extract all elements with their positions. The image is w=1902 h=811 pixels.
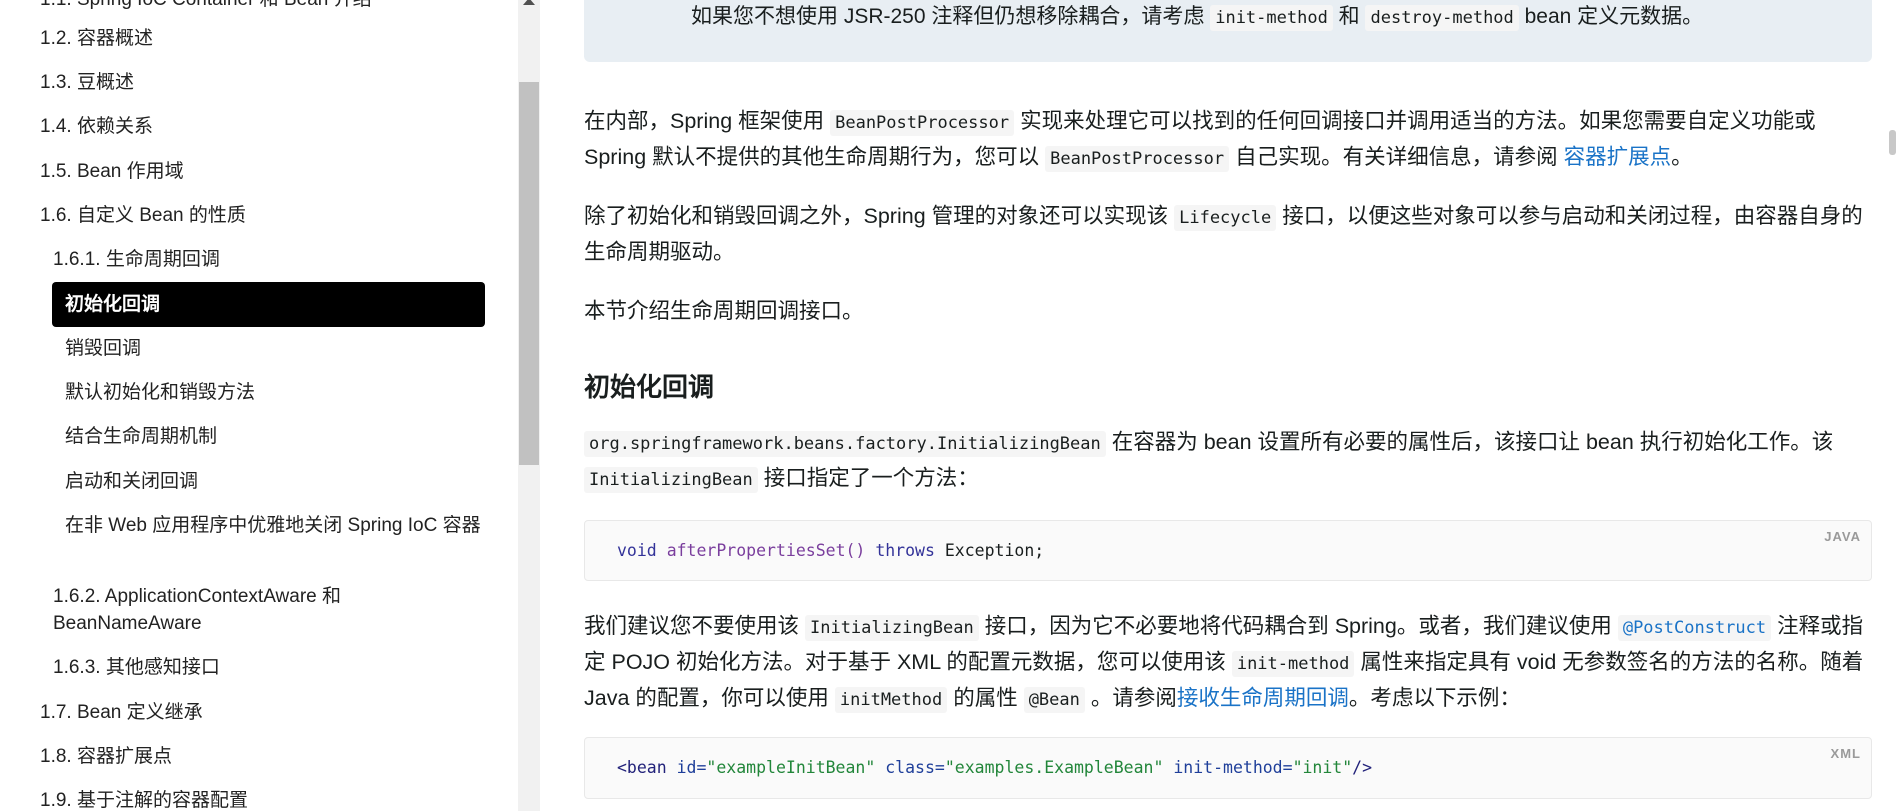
note-text: 如果您不想使用 JSR-250 注释但仍想移除耦合，请考虑 init-metho… — [691, 0, 1703, 35]
note-text-part: bean 定义元数据。 — [1518, 5, 1704, 28]
inline-code: org.springframework.beans.factory.Initia… — [584, 431, 1106, 457]
text: 接口指定了一个方法： — [757, 466, 979, 490]
code-block-xml: XML <bean id="exampleInitBean" class="ex… — [584, 737, 1872, 799]
toc-item-graceful-shutdown[interactable]: 在非 Web 应用程序中优雅地关闭 Spring IoC 容器 — [65, 512, 485, 539]
code-token: id= — [676, 758, 707, 777]
code-token: Exception; — [944, 541, 1045, 560]
code-token: throws — [875, 541, 935, 560]
toc-item-1-6-1[interactable]: 1.6.1. 生命周期回调 — [53, 246, 220, 273]
toc-item-1-5[interactable]: 1.5. Bean 作用域 — [40, 158, 184, 185]
inline-code: BeanPostProcessor — [830, 110, 1015, 136]
code-token: afterPropertiesSet() — [666, 541, 866, 560]
toc-item-1-2[interactable]: 1.2. 容器概述 — [40, 25, 153, 52]
toc-item-destroy-callback[interactable]: 销毁回调 — [65, 335, 141, 362]
inline-code: init-method — [1231, 651, 1355, 677]
toc-item-1-4[interactable]: 1.4. 依赖关系 — [40, 113, 153, 140]
link-receiving-lifecycle-callbacks[interactable]: 接收生命周期回调 — [1177, 686, 1349, 710]
paragraph-bean-post-processor: 在内部，Spring 框架使用 BeanPostProcessor 实现来处理它… — [584, 104, 1872, 176]
note-text-part: 和 — [1332, 5, 1366, 28]
text: 。请参阅 — [1084, 686, 1177, 710]
toc-item-1-1[interactable]: 1.1. Spring IoC Container 和 Bean 介绍 — [40, 0, 372, 13]
text: 自己实现。有关详细信息，请参阅 — [1229, 145, 1564, 169]
code-token: "examples.ExampleBean" — [944, 758, 1164, 777]
text: 。考虑以下示例： — [1348, 686, 1521, 710]
link-post-construct[interactable]: @PostConstruct — [1617, 614, 1772, 641]
toc-item-startup-shutdown[interactable]: 启动和关闭回调 — [65, 468, 198, 495]
code-token: "exampleInitBean" — [706, 758, 876, 777]
code-block-java: JAVA void afterPropertiesSet() throws Ex… — [584, 520, 1872, 581]
sidebar-scroll-thumb[interactable] — [519, 82, 539, 465]
toc-item-1-7[interactable]: 1.7. Bean 定义继承 — [40, 699, 203, 726]
code-token: void — [617, 541, 657, 560]
inline-code-link[interactable]: @PostConstruct — [1617, 615, 1772, 641]
inline-code: initMethod — [834, 687, 948, 713]
text: 接口，因为它不必要地将代码耦合到 Spring。或者，我们建议使用 — [978, 614, 1618, 638]
toc-item-init-callback[interactable]: 初始化回调 — [52, 282, 485, 327]
code-token: class= — [885, 758, 945, 777]
code-token: <bean — [617, 758, 667, 777]
paragraph-intro: 本节介绍生命周期回调接口。 — [584, 299, 864, 323]
paragraph-lifecycle: 除了初始化和销毁回调之外，Spring 管理的对象还可以实现该 Lifecycl… — [584, 199, 1872, 269]
toc-item-1-8[interactable]: 1.8. 容器扩展点 — [40, 743, 172, 770]
code-token: /> — [1352, 758, 1373, 777]
text: 我们建议您不要使用该 — [584, 614, 805, 638]
code-content: void afterPropertiesSet() throws Excepti… — [585, 521, 1871, 581]
inline-code: @Bean — [1023, 687, 1085, 713]
paragraph-initializing-bean: org.springframework.beans.factory.Initia… — [584, 425, 1872, 497]
text: 的属性 — [947, 686, 1024, 710]
inline-code-init-method: init-method — [1210, 5, 1333, 31]
inline-code-destroy-method: destroy-method — [1365, 5, 1519, 31]
toc-item-default-methods[interactable]: 默认初始化和销毁方法 — [65, 379, 255, 406]
code-language-label: JAVA — [1824, 529, 1861, 544]
toc-item-1-6[interactable]: 1.6. 自定义 Bean 的性质 — [40, 202, 246, 229]
main-scroll-thumb[interactable] — [1889, 130, 1896, 155]
code-token: "init" — [1292, 758, 1353, 777]
toc-item-1-6-2[interactable]: 1.6.2. ApplicationContextAware 和 BeanNam… — [53, 583, 473, 637]
link-container-extension-points[interactable]: 容器扩展点 — [1564, 145, 1672, 169]
code-token: init-method= — [1173, 758, 1293, 777]
toc-item-combining-mechanisms[interactable]: 结合生命周期机制 — [65, 423, 217, 450]
note-admonition: 如果您不想使用 JSR-250 注释但仍想移除耦合，请考虑 init-metho… — [584, 0, 1872, 62]
main-scrollbar[interactable] — [1883, 0, 1902, 811]
sidebar-toc: 1.1. Spring IoC Container 和 Bean 介绍 1.2.… — [0, 0, 518, 811]
inline-code: InitializingBean — [804, 615, 979, 641]
main-content: 如果您不想使用 JSR-250 注释但仍想移除耦合，请考虑 init-metho… — [540, 0, 1883, 811]
inline-code: BeanPostProcessor — [1045, 146, 1230, 172]
toc-item-1-3[interactable]: 1.3. 豆概述 — [40, 69, 134, 96]
paragraph-recommendation: 我们建议您不要使用该 InitializingBean 接口，因为它不必要地将代… — [584, 609, 1872, 717]
code-language-label: XML — [1830, 746, 1861, 761]
toc-item-1-6-3[interactable]: 1.6.3. 其他感知接口 — [53, 654, 220, 681]
inline-code: Lifecycle — [1174, 205, 1277, 231]
text: 除了初始化和销毁回调之外，Spring 管理的对象还可以实现该 — [584, 204, 1175, 228]
text: 在容器为 bean 设置所有必要的属性后，该接口让 bean 执行初始化工作。该 — [1105, 430, 1834, 454]
section-heading-init-callback: 初始化回调 — [584, 372, 715, 402]
sidebar-scrollbar[interactable] — [518, 0, 540, 811]
toc-item-1-9[interactable]: 1.9. 基于注解的容器配置 — [40, 787, 248, 811]
text: 。 — [1671, 145, 1693, 169]
inline-code: InitializingBean — [584, 467, 758, 493]
note-text-part: 如果您不想使用 JSR-250 注释但仍想移除耦合，请考虑 — [691, 5, 1211, 28]
code-content: <bean id="exampleInitBean" class="exampl… — [585, 738, 1871, 798]
text: 在内部，Spring 框架使用 — [584, 109, 831, 133]
scroll-up-arrow-icon[interactable] — [523, 0, 535, 5]
